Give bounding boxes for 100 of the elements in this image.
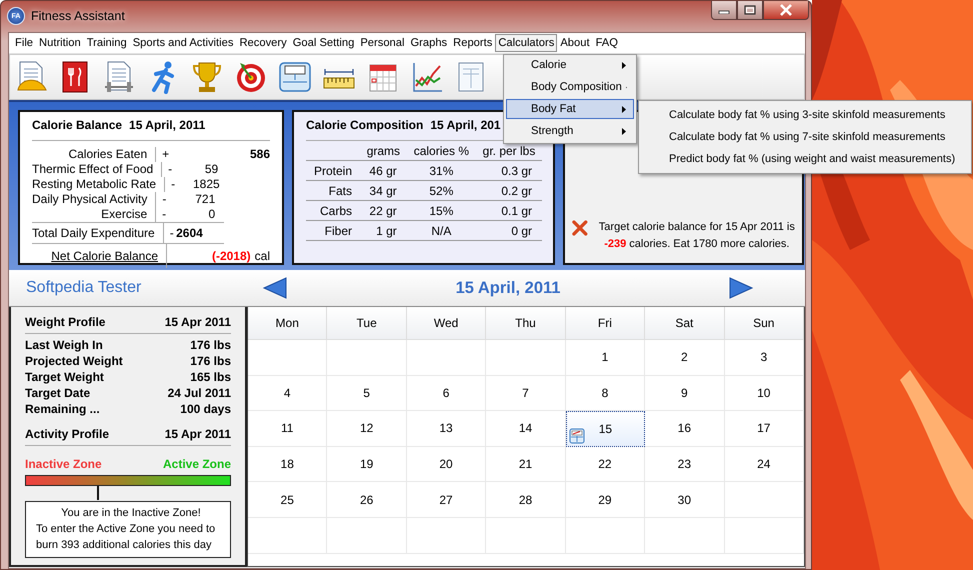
menu-item[interactable]: Calorie — [506, 55, 634, 75]
menu-item[interactable]: Graphs — [407, 34, 450, 52]
row-label: Exercise — [32, 207, 156, 222]
previous-arrow-icon[interactable] — [262, 277, 288, 299]
target-icon[interactable] — [234, 60, 268, 94]
menu-item[interactable]: Goal Setting — [290, 34, 358, 52]
day-cell[interactable]: 29 — [566, 482, 646, 518]
table-cell: 46 gr — [360, 160, 407, 180]
row-label: Calories Eaten — [32, 147, 156, 162]
weekday-header: Wed — [406, 307, 486, 340]
day-cell[interactable]: 15 — [566, 411, 646, 447]
day-cell[interactable]: 23 — [645, 446, 725, 482]
day-cell[interactable]: 28 — [486, 482, 566, 518]
scale-icon[interactable] — [278, 60, 312, 94]
profile-value: 15 Apr 2011 — [164, 426, 231, 442]
weekday-header: Sun — [724, 307, 804, 340]
panel-date: 15 April, 2011 — [129, 118, 206, 132]
minimize-button[interactable] — [711, 1, 737, 20]
day-cell[interactable]: 25 — [248, 482, 328, 518]
menu-item[interactable]: Body Composition — [506, 77, 634, 97]
day-cell[interactable]: 27 — [406, 482, 486, 518]
menu-item[interactable]: Personal — [357, 34, 408, 52]
day-cell[interactable]: 22 — [566, 446, 646, 482]
day-cell[interactable]: 21 — [486, 446, 566, 482]
menu-item[interactable]: About — [557, 34, 593, 52]
table-cell: 31% — [406, 160, 476, 180]
day-cell[interactable]: 10 — [724, 376, 804, 412]
day-cell[interactable]: 13 — [406, 411, 486, 447]
weekday-header: Mon — [248, 307, 328, 340]
window-title: Fitness Assistant — [31, 9, 125, 23]
menu-item[interactable]: Training — [84, 34, 130, 52]
menu-item[interactable]: Sports and Activities — [130, 34, 236, 52]
table-cell: 52% — [406, 180, 476, 200]
day-cell[interactable]: 3 — [724, 340, 804, 376]
day-cell[interactable]: 9 — [645, 376, 725, 412]
column-header: grams — [360, 141, 407, 160]
zone-message: You are in the Inactive Zone! To enter the Active Zone you need to burn 393 additional calories this day — [25, 501, 231, 558]
day-cell[interactable]: 4 — [248, 376, 328, 412]
profile-label: Activity Profile — [25, 426, 110, 442]
menu-item[interactable]: Recovery — [236, 34, 290, 52]
weekday-header: Sat — [645, 307, 725, 340]
profile-value: 15 Apr 2011 — [164, 314, 231, 330]
panel-title: Calorie Composition — [306, 118, 424, 132]
panel-title: Calorie Balance — [32, 118, 122, 132]
row-label: Daily Physical Activity — [32, 192, 156, 207]
close-button[interactable] — [763, 1, 809, 20]
row-header: Fats — [306, 180, 360, 200]
panel-date: 15 April, 201 — [430, 118, 501, 132]
profile-label: Target Weight — [25, 369, 104, 385]
menu-item[interactable]: Predict body fat % (using weight and waist measurements) — [641, 148, 969, 170]
day-cell[interactable]: 2 — [645, 340, 725, 376]
table-cell: N/A — [406, 220, 476, 240]
row-header: Fiber — [306, 220, 360, 240]
trophy-icon[interactable] — [190, 60, 224, 94]
row-header: Carbs — [306, 200, 360, 220]
profile-label: Projected Weight — [25, 353, 123, 369]
day-cell[interactable]: 17 — [724, 411, 804, 447]
menu-item[interactable]: Reports — [450, 34, 496, 52]
table-cell: 0.1 gr — [476, 200, 542, 220]
day-cell[interactable]: 16 — [645, 411, 725, 447]
day-cell[interactable]: 18 — [248, 446, 328, 482]
unit-text: cal — [254, 249, 270, 263]
sign-text: - — [168, 225, 175, 242]
menu-item[interactable]: Nutrition — [36, 34, 84, 52]
menu-item[interactable]: Body Fat — [506, 99, 634, 119]
day-cell[interactable]: 30 — [645, 482, 725, 518]
maximize-button[interactable] — [737, 1, 763, 20]
row-label: Thermic Effect of Food — [32, 162, 162, 177]
sign-text: + — [161, 147, 170, 162]
column-header: calories % — [406, 141, 476, 160]
menu-item[interactable]: Calculate body fat % using 7-site skinfold measurements — [641, 126, 969, 148]
day-cell[interactable]: 6 — [406, 376, 486, 412]
table-cell: 15% — [406, 200, 476, 220]
sign-text: - — [161, 207, 168, 222]
day-cell[interactable]: 7 — [486, 376, 566, 412]
table-cell: 34 gr — [360, 180, 407, 200]
day-cell[interactable]: 11 — [248, 411, 328, 447]
net-balance-link[interactable]: Net Calorie Balance — [32, 244, 167, 268]
net-balance-value: (-2018) — [212, 249, 251, 263]
day-cell[interactable]: 19 — [327, 446, 407, 482]
expense-value: 1825 — [192, 177, 220, 192]
weekday-header: Tue — [327, 307, 407, 340]
day-cell[interactable]: 12 — [327, 411, 407, 447]
menu-item[interactable]: File — [12, 34, 36, 52]
menu-item[interactable]: Calculate body fat % using 3-site skinfold measurements — [641, 104, 969, 126]
day-cell[interactable]: 1 — [566, 340, 646, 376]
day-cell[interactable]: 20 — [406, 446, 486, 482]
day-cell[interactable]: 5 — [327, 376, 407, 412]
profile-value: 24 Jul 2011 — [168, 385, 231, 401]
day-cell[interactable]: 26 — [327, 482, 407, 518]
day-cell[interactable]: 24 — [724, 446, 804, 482]
submenu-arrow-icon — [621, 60, 627, 70]
next-arrow-icon[interactable] — [728, 277, 754, 299]
menu-item[interactable]: Strength — [506, 121, 634, 141]
menu-item[interactable]: Calculators — [495, 34, 558, 52]
sign-text: - — [170, 177, 176, 192]
document-dumbbell-icon[interactable] — [102, 60, 136, 94]
submenu-arrow-icon — [621, 126, 627, 136]
menu-item[interactable]: FAQ — [592, 34, 621, 52]
table-cell: 22 gr — [360, 200, 407, 220]
